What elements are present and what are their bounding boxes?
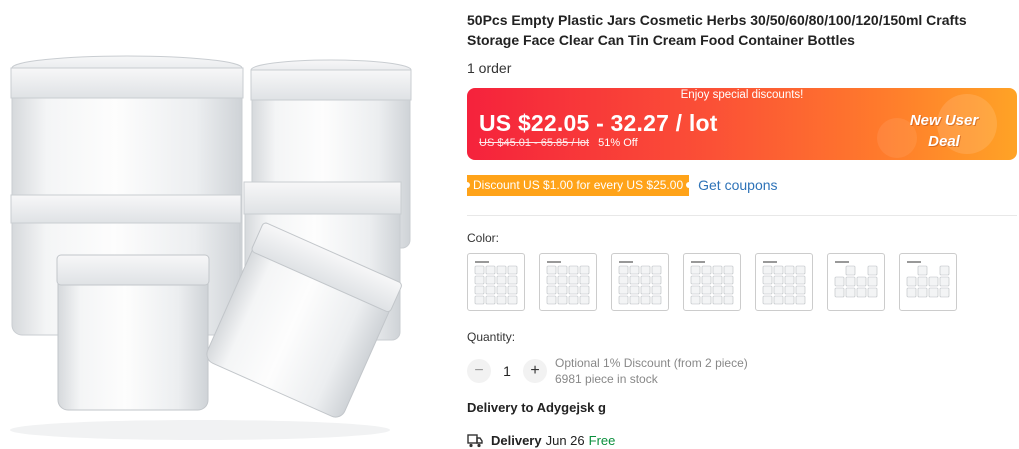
quantity-stepper: − 1 + Optional 1% Discount (from 2 piece… [467, 355, 748, 387]
product-title: 50Pcs Empty Plastic Jars Cosmetic Herbs … [467, 12, 967, 48]
variant-thumbnail-icon [618, 261, 662, 305]
new-user-deal-line: New User [909, 112, 979, 129]
variant-thumbnail-icon [834, 261, 878, 298]
stock-count: 6981 piece in stock [555, 372, 658, 386]
variant-thumbnail-icon [762, 261, 806, 305]
color-option-6[interactable] [827, 253, 885, 311]
price-banner: Enjoy special discounts! US $22.05 - 32.… [467, 88, 1017, 160]
variant-thumbnail-icon [546, 261, 590, 305]
quantity-value[interactable]: 1 [491, 363, 523, 379]
color-option-2[interactable] [539, 253, 597, 311]
color-option-5[interactable] [755, 253, 813, 311]
current-price: US $22.05 - 32.27 / lot [479, 110, 718, 136]
quantity-info: Optional 1% Discount (from 2 piece) 6981… [555, 355, 748, 387]
quantity-discount-note: Optional 1% Discount (from 2 piece) [555, 356, 748, 370]
color-option-7[interactable] [899, 253, 957, 311]
truck-icon [467, 433, 483, 447]
delivery-destination[interactable]: Delivery to Adygejsk g [467, 400, 606, 415]
order-count: 1 order [467, 60, 512, 76]
discount-percent: 51% Off [598, 137, 638, 149]
variant-thumbnail-icon [906, 261, 950, 298]
new-user-deal-line: Deal [928, 133, 960, 150]
get-coupons-link[interactable]: Get coupons [698, 177, 777, 193]
clear-plastic-jars-photo [10, 55, 412, 440]
divider [467, 215, 1017, 216]
new-user-deal-badge: New User Deal [889, 110, 999, 152]
coupon-row: Discount US $1.00 for every US $25.00 Ge… [463, 174, 778, 196]
coupon-tag: Discount US $1.00 for every US $25.00 [463, 174, 693, 196]
delivery-date: Jun 26 [545, 433, 585, 448]
color-option-3[interactable] [611, 253, 669, 311]
variant-thumbnail-icon [690, 261, 734, 305]
delivery-free: Free [588, 433, 616, 448]
quantity-label: Quantity: [467, 330, 516, 344]
color-label: Color: [467, 231, 500, 245]
plus-icon[interactable]: + [523, 359, 547, 383]
product-image[interactable] [0, 0, 440, 449]
original-price-row: US $45.01 - 65.85 / lot 51% Off [479, 137, 638, 149]
product-info-panel: 50Pcs Empty Plastic Jars Cosmetic Herbs … [463, 0, 1019, 449]
promo-tag: Enjoy special discounts! [680, 89, 804, 101]
color-option-4[interactable] [683, 253, 741, 311]
color-options [467, 253, 957, 311]
variant-thumbnail-icon [474, 261, 518, 305]
original-price: US $45.01 - 65.85 / lot [479, 137, 590, 149]
delivery-info: Delivery Jun 26 Free [467, 433, 615, 448]
color-option-1[interactable] [467, 253, 525, 311]
delivery-label: Delivery [491, 433, 542, 448]
minus-icon[interactable]: − [467, 359, 491, 383]
